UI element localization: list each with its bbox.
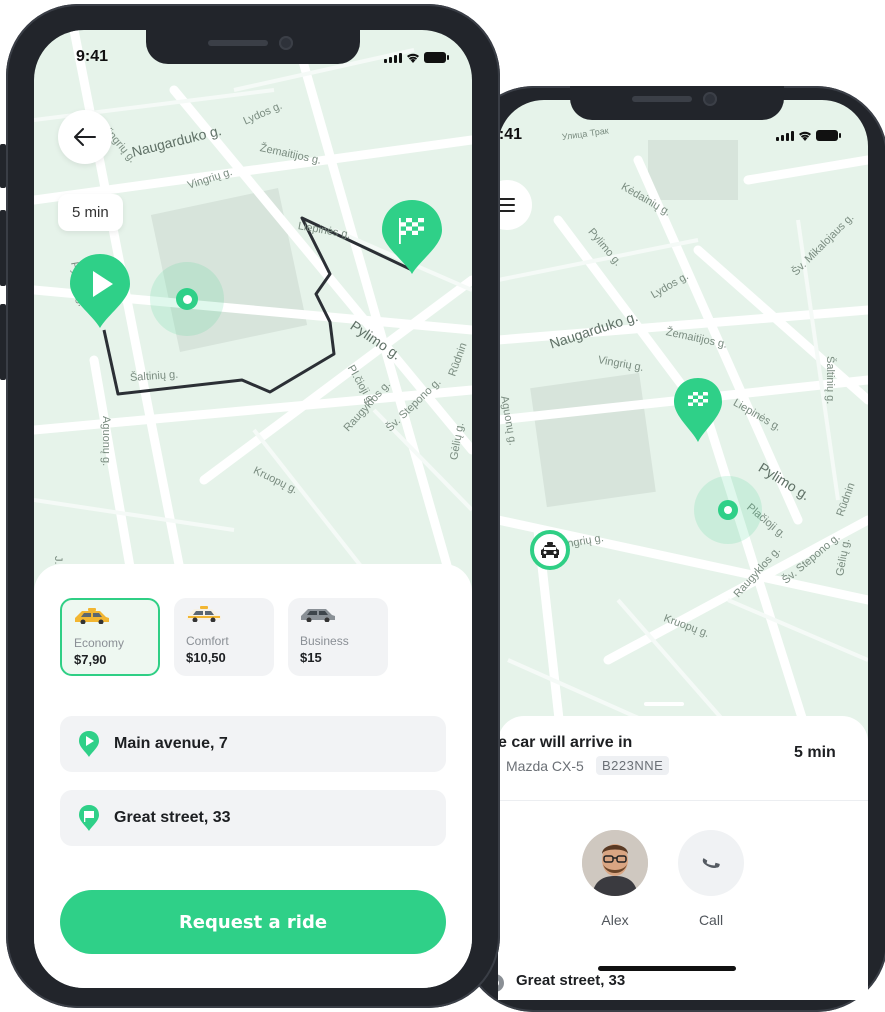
option-name: Business — [300, 634, 349, 648]
pickup-dot — [718, 500, 738, 520]
pickup-pin-icon — [79, 731, 99, 757]
front-notch — [146, 30, 360, 64]
option-price: $10,50 — [186, 650, 226, 665]
battery-icon — [424, 52, 449, 63]
wifi-icon — [407, 53, 419, 63]
sheet-divider — [498, 800, 868, 801]
option-comfort[interactable]: Comfort $10,50 — [174, 598, 274, 676]
driver-photo — [582, 830, 648, 896]
back-map-streets — [498, 140, 868, 800]
taxi-icon — [541, 542, 559, 558]
eta-text: 5 min — [72, 204, 109, 221]
sheet-handle[interactable] — [644, 702, 684, 706]
destination-pin-icon — [674, 378, 722, 442]
back-notch — [570, 86, 784, 120]
eta-chip: 5 min — [58, 194, 123, 231]
option-price: $7,90 — [74, 652, 107, 667]
driver-sheet: e car will arrive in 5 min Mazda CX-5 B2… — [498, 716, 868, 1000]
arrive-title: e car will arrive in — [498, 734, 633, 751]
option-price: $15 — [300, 650, 322, 665]
plate-number: B223NNE — [596, 756, 670, 775]
home-indicator — [598, 966, 736, 971]
driver-avatar[interactable] — [582, 830, 648, 896]
side-button — [0, 304, 6, 380]
arrow-left-icon — [74, 128, 96, 146]
dropoff-address[interactable]: Great street, 33 — [60, 790, 446, 846]
side-button — [0, 210, 6, 286]
destination-dot — [498, 974, 504, 992]
dropoff-text: Great street, 33 — [114, 809, 231, 826]
status-time: 9:41 — [76, 48, 109, 65]
battery-icon — [816, 130, 841, 141]
driver-name: Alex — [601, 912, 629, 928]
status-time: 9:41 — [498, 126, 523, 143]
status-icons — [384, 52, 449, 63]
option-name: Economy — [74, 636, 125, 650]
option-economy[interactable]: Economy $7,90 — [60, 598, 160, 676]
finish-pin-icon — [382, 200, 442, 274]
back-button[interactable] — [58, 110, 112, 164]
call-button[interactable] — [678, 830, 744, 896]
pickup-address[interactable]: Main avenue, 7 — [60, 716, 446, 772]
start-pin-icon — [70, 254, 130, 328]
option-name: Comfort — [186, 634, 229, 648]
front-screen: Naugarduko g. Vingrių g. Vingrių g. Lydo… — [34, 30, 472, 988]
signal-icon — [384, 53, 402, 63]
back-phone: Улица Трак Pylimo g. Naugarduko g. Lydos… — [462, 86, 885, 1012]
arrive-minutes: 5 min — [794, 744, 836, 761]
taxi-car-icon — [75, 608, 109, 624]
business-car-icon — [301, 609, 335, 622]
status-icons — [776, 130, 841, 141]
comfort-car-icon — [187, 606, 221, 622]
wifi-icon — [799, 131, 811, 141]
car-model: Mazda CX-5 — [506, 758, 584, 774]
menu-icon — [499, 198, 515, 200]
phone-icon — [702, 858, 720, 868]
taxi-marker[interactable] — [530, 530, 570, 570]
call-label: Call — [698, 912, 724, 928]
back-screen: Улица Трак Pylimo g. Naugarduko g. Lydos… — [498, 100, 868, 1000]
pickup-text: Main avenue, 7 — [114, 735, 228, 752]
location-dot — [176, 288, 198, 310]
map-label: Šaltinių g. — [824, 356, 836, 405]
signal-icon — [776, 131, 794, 141]
destination-text: Great street, 33 — [516, 972, 626, 989]
side-button — [0, 144, 6, 188]
front-phone: Naugarduko g. Vingrių g. Vingrių g. Lydo… — [0, 4, 500, 1008]
dropoff-pin-icon — [79, 805, 99, 831]
map-label: Aguonų g. — [100, 416, 112, 467]
request-ride-button[interactable]: Request a ride — [60, 890, 446, 954]
option-business[interactable]: Business $15 — [288, 598, 388, 676]
ride-sheet: Economy $7,90 Comfort $10,50 Business $1… — [34, 564, 472, 988]
